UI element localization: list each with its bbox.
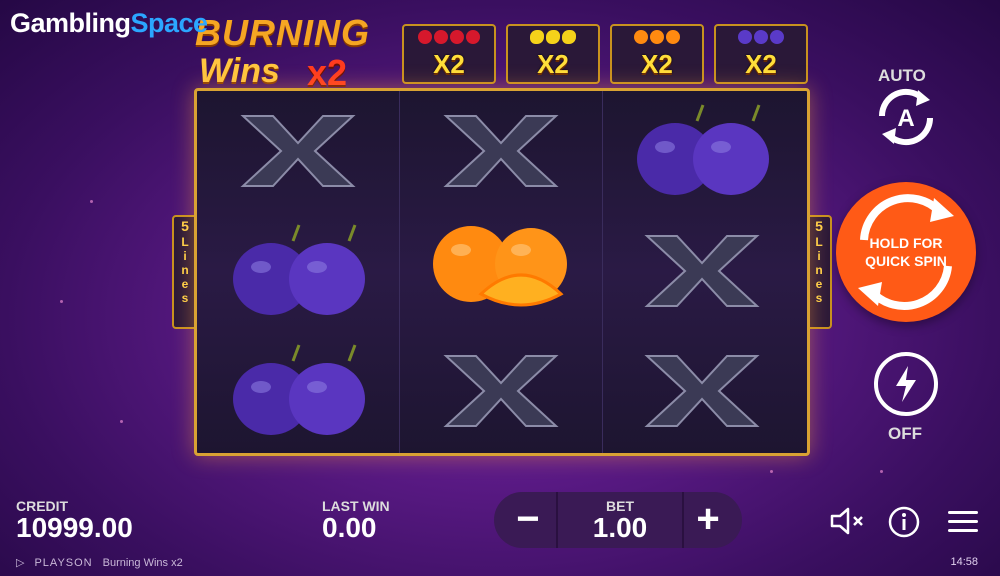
spin-label-line1: HOLD FOR (869, 235, 943, 251)
lines-count: 5 (815, 218, 823, 234)
auto-label: AUTO (878, 66, 926, 85)
turbo-state-label: OFF (888, 424, 922, 443)
multiplier-label: X2 (537, 49, 569, 79)
multiplier-orange: X2 (610, 24, 704, 84)
x-icon (443, 115, 559, 187)
bet-increase-button[interactable]: + (682, 494, 734, 546)
multiplier-label: X2 (433, 49, 465, 79)
multiplier-cherry: X2 (402, 24, 496, 84)
auto-letter: A (897, 105, 914, 132)
sparkle (880, 470, 883, 473)
credit-value: 10999.00 (16, 512, 133, 543)
game-logo: BURNING Wins x2 (195, 12, 380, 93)
symbol-x (400, 331, 602, 451)
x-icon (443, 355, 559, 427)
last-win-value: 0.00 (322, 512, 377, 543)
reel-2 (399, 91, 603, 453)
provider-name: PLAYSON (34, 556, 93, 569)
lines-count: 5 (181, 218, 189, 234)
multiplier-label: X2 (745, 49, 777, 79)
lightning-icon (896, 366, 916, 402)
reel-1 (197, 91, 399, 453)
x-icon (240, 115, 356, 187)
x-icon (644, 355, 760, 427)
watermark: GamblingSpace (10, 8, 208, 39)
symbol-x (601, 331, 803, 451)
plum-icon (233, 344, 365, 435)
clock: 14:58 (950, 556, 978, 568)
bet-control: − BET 1.00 + (494, 492, 742, 548)
symbol-orange (400, 211, 602, 331)
spin-button[interactable]: HOLD FOR QUICK SPIN (836, 182, 976, 322)
plum-icon (233, 224, 365, 315)
info-icon[interactable] (888, 506, 920, 538)
sparkle (60, 300, 63, 303)
symbol-plum (197, 331, 399, 451)
sparkle (120, 420, 123, 423)
autoplay-icon: A (878, 88, 934, 146)
autoplay-button[interactable]: A (870, 86, 942, 148)
bet-display: BET 1.00 (556, 492, 684, 548)
playson-logo-icon: ▷ (16, 557, 25, 569)
watermark-part2: Space (130, 8, 209, 38)
reel-3 (601, 91, 803, 453)
lines-word: Lines (181, 235, 189, 305)
turbo-button[interactable] (874, 352, 938, 416)
symbol-plum (197, 211, 399, 331)
symbol-x (400, 91, 602, 211)
symbol-x (197, 91, 399, 211)
multiplier-lemon: X2 (506, 24, 600, 84)
footer: ▷ PLAYSON Burning Wins x2 (16, 556, 183, 570)
bet-value: 1.00 (592, 512, 648, 543)
logo-wins: Wins (199, 52, 280, 90)
symbol-x (601, 211, 803, 331)
spin-label-line2: QUICK SPIN (865, 253, 947, 269)
menu-icon[interactable] (946, 508, 980, 536)
x-icon (644, 235, 760, 307)
symbol-plum (601, 91, 803, 211)
bet-decrease-button[interactable]: − (502, 494, 554, 546)
sparkle (770, 470, 773, 473)
watermark-part1: Gambling (10, 8, 131, 38)
spin-label: HOLD FOR QUICK SPIN (836, 234, 976, 270)
logo-burning: BURNING (195, 12, 370, 53)
multiplier-plum: X2 (714, 24, 808, 84)
lines-word: Lines (815, 235, 823, 305)
orange-icon (433, 226, 567, 307)
sound-mute-icon[interactable] (828, 506, 868, 536)
game-name: Burning Wins x2 (102, 556, 183, 569)
reels-frame[interactable] (194, 88, 810, 456)
multiplier-label: X2 (641, 49, 673, 79)
sparkle (90, 200, 93, 203)
plum-icon (637, 104, 769, 195)
